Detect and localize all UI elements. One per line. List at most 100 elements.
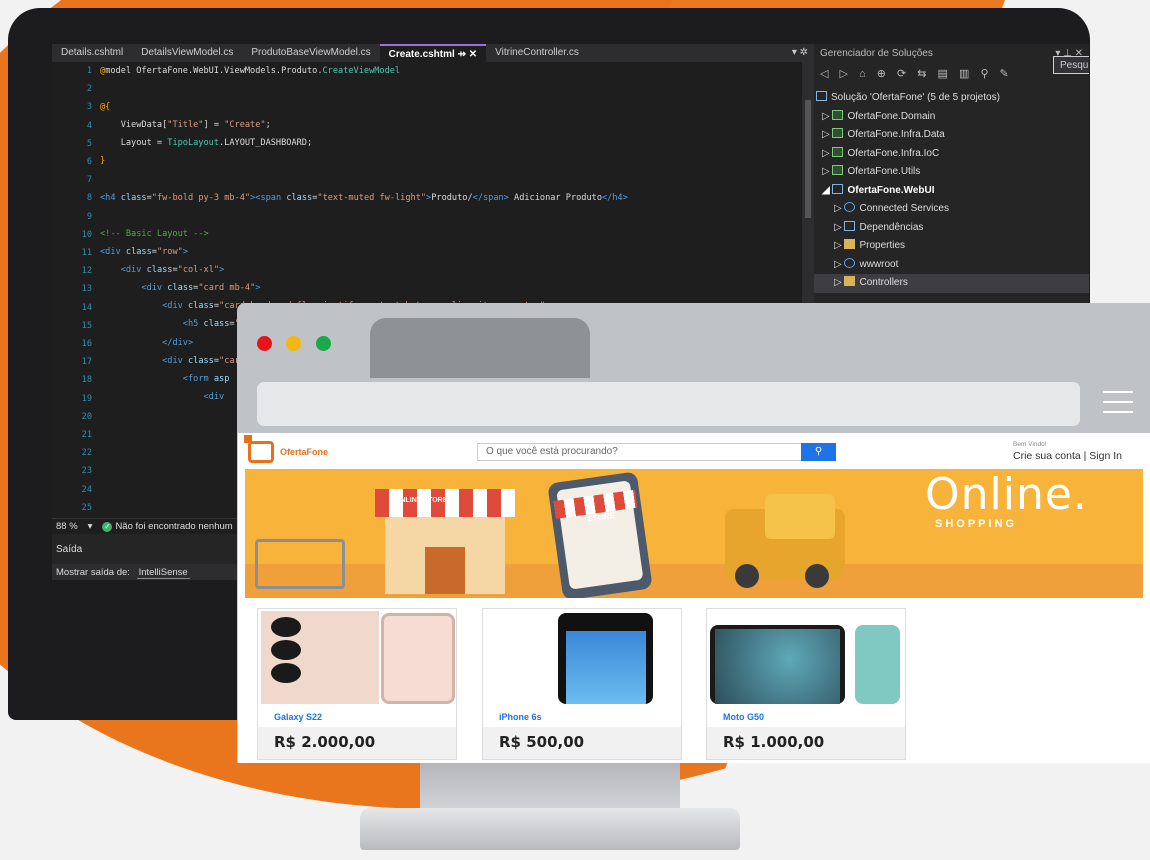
code-line: @{	[100, 102, 111, 112]
output-source-select[interactable]: IntelliSense	[136, 567, 190, 579]
line-number: 22	[81, 448, 92, 459]
product-card[interactable]: iPhone 6s R$ 500,00	[482, 608, 682, 760]
tree-item-folder[interactable]: ▷ Properties	[814, 237, 1089, 256]
line-number: 6	[86, 157, 92, 167]
solution-explorer: Gerenciador de Soluções ▾ ⊥ ✕ ◁ ▷ ⌂ ⊕ ⟳ …	[814, 44, 1089, 324]
tab-produto-base-viewmodel[interactable]: ProdutoBaseViewModel.cs	[242, 44, 379, 62]
code-line: @model OfertaFone.WebUI.ViewModels.Produ…	[100, 66, 401, 76]
line-number: 23	[81, 466, 92, 477]
solution-explorer-header: Gerenciador de Soluções ▾ ⊥ ✕	[814, 44, 1089, 64]
output-source-label: Mostrar saída de:	[56, 567, 130, 578]
hero-banner[interactable]: ONLINE STORE STORE Online. SHOPPING	[245, 469, 1143, 598]
solution-explorer-title: Gerenciador de Soluções	[820, 48, 933, 59]
tab-vitrine-controller[interactable]: VitrineController.cs	[486, 44, 588, 62]
line-number: 17	[81, 357, 92, 368]
status-message: ✓ Não foi encontrado nenhum	[102, 521, 233, 532]
search-placeholder: Pesquisar em Gerenciador de Soluções (Ct…	[1060, 60, 1089, 71]
line-number: 18	[81, 375, 92, 386]
account-links[interactable]: Crie sua conta | Sign In	[1013, 450, 1122, 462]
solution-tree: Solução 'OfertaFone' (5 de 5 projetos) ▷…	[814, 86, 1089, 293]
line-number: 19	[81, 393, 92, 404]
zoom-level[interactable]: 88 %	[56, 521, 78, 532]
product-name[interactable]: Moto G50	[723, 712, 764, 722]
product-image[interactable]	[710, 611, 904, 704]
solution-icon	[816, 91, 827, 101]
site-logo[interactable]: OfertaFone	[244, 435, 329, 463]
tree-item-project[interactable]: ▷ OfertaFone.Infra.Data	[814, 126, 1089, 145]
product-image[interactable]	[261, 611, 455, 704]
line-number: 20	[81, 411, 92, 422]
tree-item-project[interactable]: ▷ OfertaFone.Domain	[814, 108, 1089, 127]
line-number: 9	[86, 211, 92, 222]
tree-item-project[interactable]: ▷ OfertaFone.Infra.IoC	[814, 145, 1089, 164]
phone-store-illustration: STORE	[547, 471, 653, 598]
tab-details-cshtml[interactable]: Details.cshtml	[52, 44, 132, 62]
product-card[interactable]: Galaxy S22 R$ 2.000,00	[257, 608, 457, 760]
browser-window: OfertaFone O que você está procurando? ⚲…	[237, 303, 1150, 763]
logo-text: OfertaFone	[280, 447, 329, 457]
tree-item-folder[interactable]: ▷ wwwroot	[814, 256, 1089, 275]
csharp-project-icon	[832, 128, 844, 138]
monitor-base	[360, 808, 740, 850]
product-price: R$ 1.000,00	[707, 727, 905, 759]
tab-details-viewmodel[interactable]: DetailsViewModel.cs	[132, 44, 242, 62]
line-number: 21	[81, 430, 92, 440]
search-button[interactable]: ⚲	[801, 443, 836, 461]
product-name[interactable]: Galaxy S22	[274, 712, 322, 722]
site-search-input[interactable]: O que você está procurando?	[477, 443, 803, 461]
store-sign: ONLINE STORE	[395, 497, 448, 504]
code-line: }	[100, 156, 106, 166]
tree-item-folder[interactable]: ▷ Controllers	[814, 274, 1089, 293]
scrollbar-thumb[interactable]	[805, 100, 811, 218]
code-line: <form asp	[182, 374, 230, 384]
editor-tab-bar: Details.cshtml DetailsViewModel.cs Produ…	[52, 44, 814, 62]
tree-item-project[interactable]: ▷ OfertaFone.Utils	[814, 163, 1089, 182]
zoom-dropdown-icon[interactable]: ▾	[88, 521, 93, 532]
line-number: 16	[81, 339, 92, 349]
line-number: 24	[81, 484, 92, 495]
tab-create-cshtml[interactable]: Create.cshtml ⇸ ✕	[379, 44, 487, 62]
line-number: 3	[86, 102, 92, 113]
close-window-button[interactable]	[257, 336, 272, 351]
minimize-window-button[interactable]	[286, 336, 301, 351]
tree-item-solution[interactable]: Solução 'OfertaFone' (5 de 5 projetos)	[814, 89, 1089, 108]
code-line: <div class="row">	[100, 247, 189, 257]
menu-icon[interactable]	[1103, 391, 1133, 415]
tree-item-folder[interactable]: ▷ Dependências	[814, 219, 1089, 238]
product-card[interactable]: Moto G50 R$ 1.000,00	[706, 608, 906, 760]
code-line: <div class="col-xl">	[120, 265, 225, 275]
search-icon: ⚲	[814, 446, 823, 457]
welcome-text: Bem Vindo!	[1013, 441, 1047, 448]
tab-label: Create.cshtml	[388, 49, 455, 60]
solution-toolbar[interactable]: ◁ ▷ ⌂ ⊕ ⟳ ⇆ ▤ ▥ ⚲ ✎	[814, 64, 1089, 86]
line-number: 15	[81, 320, 92, 331]
globe-icon	[844, 257, 856, 268]
address-bar[interactable]	[257, 382, 1080, 426]
web-project-icon	[832, 183, 844, 194]
maximize-window-button[interactable]	[316, 336, 331, 351]
tree-item-webui[interactable]: ◢ OfertaFone.WebUI	[814, 182, 1089, 201]
web-page: OfertaFone O que você está procurando? ⚲…	[237, 433, 1150, 763]
line-number: 8	[86, 193, 92, 204]
banner-floor	[245, 564, 1143, 598]
line-number: 4	[86, 120, 92, 131]
banner-title: Online.	[925, 469, 1088, 520]
code-line: <!-- Basic Layout -->	[100, 229, 209, 239]
browser-tab[interactable]	[370, 318, 590, 378]
line-number: 25	[81, 502, 92, 513]
tree-item-folder[interactable]: ▷ Connected Services	[814, 200, 1089, 219]
product-price: R$ 2.000,00	[258, 727, 456, 759]
solution-search-input[interactable]: Pesquisar em Gerenciador de Soluções (Ct…	[1053, 56, 1089, 74]
product-name[interactable]: iPhone 6s	[499, 712, 542, 722]
product-image[interactable]	[486, 611, 680, 704]
output-title: Saída	[56, 544, 83, 555]
csharp-project-icon	[832, 109, 844, 120]
tab-close-icon[interactable]: ⇸ ✕	[458, 49, 478, 60]
csharp-project-icon	[832, 146, 844, 157]
code-line: <div class="card mb-4">	[141, 283, 261, 293]
tab-overflow-icon[interactable]: ▾ ✲	[786, 44, 814, 62]
browser-chrome	[237, 303, 1150, 433]
shopping-cart-illustration	[255, 539, 345, 589]
line-number: 5	[86, 138, 92, 149]
logo-icon	[244, 435, 274, 463]
